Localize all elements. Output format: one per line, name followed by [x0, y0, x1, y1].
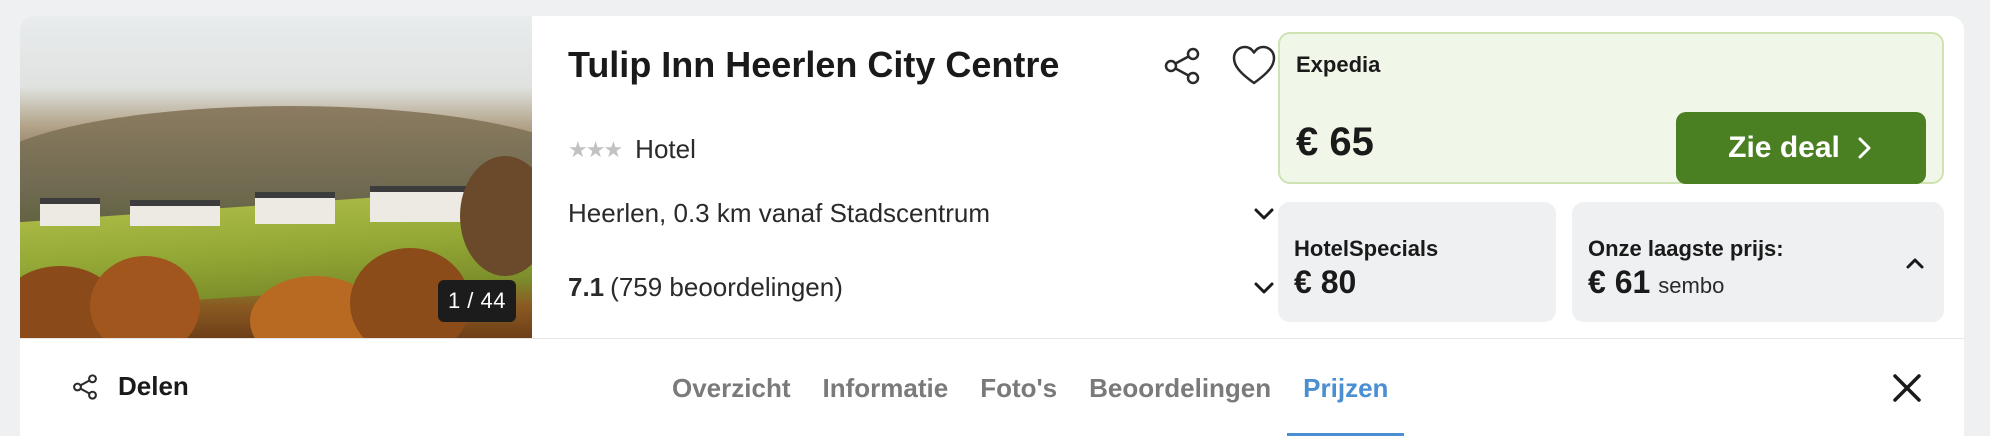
hotel-name[interactable]: Tulip Inn Heerlen City Centre: [568, 44, 1059, 86]
lowest-price-label: Onze laagste prijs:: [1588, 236, 1784, 261]
deal-price: € 61 sembo: [1588, 264, 1724, 301]
tab-overzicht[interactable]: Overzicht: [656, 339, 807, 436]
hotel-class: ★★★ Hotel: [568, 134, 696, 165]
lowest-price-deal[interactable]: Onze laagste prijs: € 61 sembo: [1572, 202, 1944, 322]
photo-house: [130, 200, 220, 226]
chevron-right-icon: [1858, 137, 1871, 159]
chevron-up-icon[interactable]: [1902, 250, 1928, 276]
deal-price-value: € 80: [1294, 264, 1357, 300]
photo-counter: 1 / 44: [437, 280, 516, 322]
deal-provider: Expedia: [1296, 52, 1381, 77]
location-row[interactable]: Heerlen, 0.3 km vanaf Stadscentrum: [568, 198, 1278, 229]
see-deal-label: Zie deal: [1728, 131, 1840, 164]
deal-price: € 80: [1294, 264, 1356, 301]
accommodation-type: Hotel: [635, 134, 696, 164]
deal-price: € 65: [1296, 120, 1374, 164]
tab-fotos[interactable]: Foto's: [964, 339, 1073, 436]
tab-beoordelingen[interactable]: Beoordelingen: [1073, 339, 1287, 436]
section-tabs: Overzicht Informatie Foto's Beoordelinge…: [656, 339, 1405, 436]
deal-provider: sembo: [1658, 273, 1725, 298]
hotel-card: 1 / 44 Tulip Inn Heerlen City Centre ★★★: [20, 16, 1964, 436]
heart-icon[interactable]: [1230, 42, 1278, 90]
rating-row[interactable]: 7.1 (759 beoordelingen): [568, 272, 1278, 303]
star-rating-icon: ★★★: [568, 136, 623, 162]
share-button[interactable]: Delen: [70, 371, 189, 402]
deal-price-value: € 61: [1588, 264, 1651, 300]
tab-prijzen[interactable]: Prijzen: [1287, 339, 1405, 436]
photo-house: [40, 198, 100, 226]
share-icon: [73, 373, 97, 400]
main-deal[interactable]: Expedia € 65 Zie deal: [1278, 32, 1944, 184]
location-text: Heerlen, 0.3 km vanaf Stadscentrum: [568, 198, 990, 228]
photo-house: [255, 192, 335, 224]
rating-summary: 7.1 (759 beoordelingen): [568, 272, 843, 303]
rating-count: (759 beoordelingen): [610, 272, 843, 302]
hotel-photo[interactable]: 1 / 44: [20, 16, 532, 338]
share-label: Delen: [118, 371, 189, 401]
chevron-down-icon: [1254, 208, 1274, 219]
chevron-down-icon: [1254, 282, 1274, 293]
see-deal-button[interactable]: Zie deal: [1676, 112, 1926, 184]
deal-provider: HotelSpecials: [1294, 236, 1439, 261]
share-icon[interactable]: [1160, 44, 1204, 88]
secondary-deal[interactable]: HotelSpecials € 80: [1278, 202, 1556, 322]
rating-score: 7.1: [568, 272, 605, 302]
hotel-info: Tulip Inn Heerlen City Centre ★★★ Hotel: [550, 16, 1290, 338]
close-icon[interactable]: [1890, 371, 1924, 405]
tab-informatie[interactable]: Informatie: [807, 339, 965, 436]
bottom-nav: Delen Overzicht Informatie Foto's Beoord…: [20, 338, 1964, 436]
